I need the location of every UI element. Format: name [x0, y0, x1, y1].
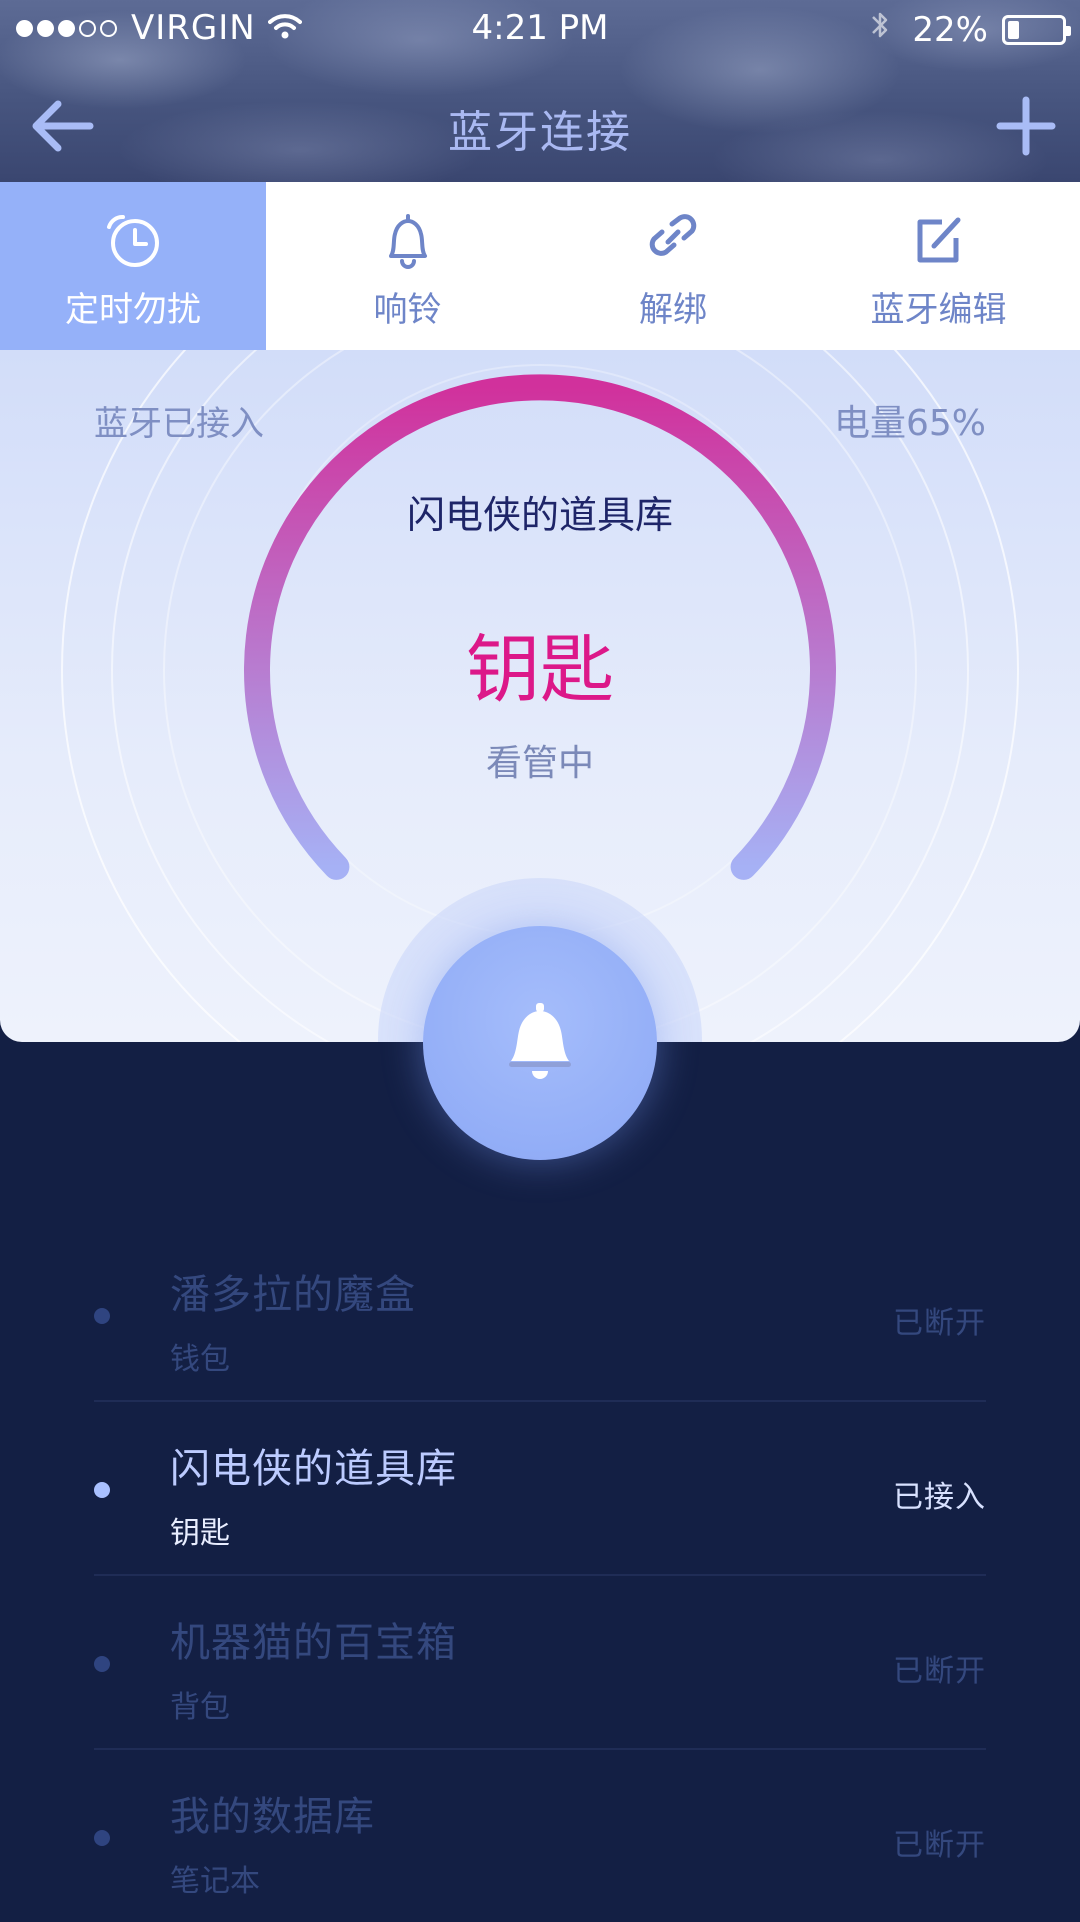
tracked-item-name: 钥匙: [466, 627, 614, 713]
ring-device-button[interactable]: [423, 926, 657, 1160]
connection-dot: [94, 1482, 110, 1498]
tab-label: 解绑: [639, 290, 707, 330]
tab-label: 蓝牙编辑: [870, 290, 1007, 330]
device-row-status: 已断开: [893, 1654, 986, 1689]
bluetooth-icon: [870, 8, 890, 51]
edit-icon: [912, 212, 966, 270]
device-row[interactable]: 潘多拉的魔盒 钱包 已断开: [94, 1228, 986, 1402]
status-right: 22%: [870, 8, 1071, 51]
device-row-name: 潘多拉的魔盒: [170, 1272, 416, 1318]
connection-dot: [94, 1308, 110, 1324]
device-row-item: 笔记本: [170, 1864, 260, 1899]
device-row-status: 已断开: [893, 1306, 986, 1341]
device-list: 潘多拉的魔盒 钱包 已断开 闪电侠的道具库 钥匙 已接入 机器猫的百宝箱 背包 …: [94, 1228, 986, 1922]
device-row[interactable]: 机器猫的百宝箱 背包 已断开: [94, 1576, 986, 1750]
device-row-name: 机器猫的百宝箱: [170, 1620, 457, 1666]
add-device-button[interactable]: [996, 96, 1056, 156]
tab-do-not-disturb[interactable]: 定时勿扰: [0, 182, 266, 350]
device-battery: 电量65%: [833, 403, 986, 444]
tab-unbind[interactable]: 解绑: [549, 182, 797, 350]
unlink-icon: [646, 212, 700, 270]
device-row-name: 闪电侠的道具库: [170, 1446, 457, 1492]
header: VIRGIN 4:21 PM 22% 蓝牙连接: [0, 0, 1080, 182]
device-name: 闪电侠的道具库: [406, 493, 673, 537]
connection-dot: [94, 1830, 110, 1846]
device-row-item: 钱包: [170, 1342, 230, 1377]
battery-percent: 22%: [912, 9, 988, 50]
plus-icon: [996, 96, 1056, 156]
tab-label: 响铃: [373, 290, 442, 330]
tab-label: 定时勿扰: [65, 290, 201, 330]
device-row-item: 钥匙: [170, 1516, 230, 1551]
device-row-status: 已接入: [893, 1480, 986, 1515]
page-title: 蓝牙连接: [448, 107, 632, 158]
action-tabs: 定时勿扰 响铃 解绑 蓝牙编辑: [0, 182, 1080, 350]
bell-icon: [383, 212, 433, 270]
battery-icon: [1002, 14, 1071, 45]
tab-bluetooth-edit[interactable]: 蓝牙编辑: [797, 182, 1080, 350]
connection-dot: [94, 1656, 110, 1672]
guard-status: 看管中: [485, 743, 594, 784]
device-row-status: 已断开: [893, 1828, 986, 1863]
device-row-item: 背包: [170, 1690, 230, 1725]
status-bar: VIRGIN 4:21 PM 22%: [0, 0, 1080, 56]
battery-fill: [1008, 20, 1020, 39]
device-row-name: 我的数据库: [170, 1794, 375, 1840]
device-row[interactable]: 闪电侠的道具库 钥匙 已接入: [94, 1402, 986, 1576]
tab-ring[interactable]: 响铃: [266, 182, 549, 350]
bell-icon: [509, 1003, 571, 1079]
nav-bar: 蓝牙连接: [0, 70, 1080, 180]
device-row[interactable]: 我的数据库 笔记本 已断开: [94, 1750, 986, 1922]
connection-status: 蓝牙已接入: [94, 404, 264, 444]
alarm-clock-icon: [103, 212, 163, 270]
